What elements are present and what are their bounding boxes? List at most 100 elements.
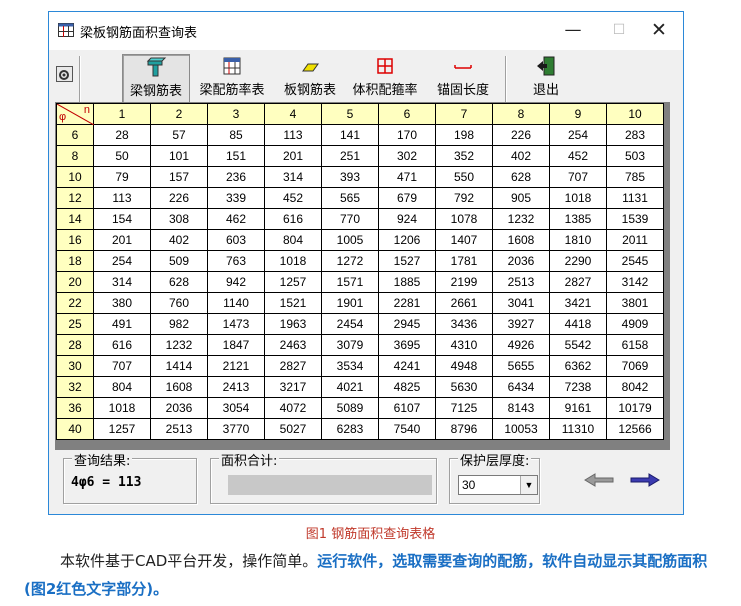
row-header-diameter[interactable]: 14 — [56, 208, 94, 230]
grid-cell[interactable]: 9161 — [549, 397, 607, 419]
grid-cell[interactable]: 57 — [150, 124, 208, 146]
grid-cell[interactable]: 5542 — [549, 334, 607, 356]
grid-cell[interactable]: 3436 — [435, 313, 493, 335]
grid-cell[interactable]: 1005 — [321, 229, 379, 251]
grid-cell[interactable]: 4948 — [435, 355, 493, 377]
column-header-n2[interactable]: 2 — [150, 103, 208, 125]
grid-cell[interactable]: 6107 — [378, 397, 436, 419]
grid-cell[interactable]: 3054 — [207, 397, 265, 419]
grid-cell[interactable]: 85 — [207, 124, 265, 146]
grid-cell[interactable]: 2827 — [264, 355, 322, 377]
grid-cell[interactable]: 3079 — [321, 334, 379, 356]
grid-cell[interactable]: 1272 — [321, 250, 379, 272]
arrow-right-icon[interactable] — [629, 472, 661, 488]
grid-cell[interactable]: 565 — [321, 187, 379, 209]
grid-cell[interactable]: 170 — [378, 124, 436, 146]
grid-cell[interactable]: 339 — [207, 187, 265, 209]
grid-cell[interactable]: 7238 — [549, 376, 607, 398]
grid-cell[interactable]: 1608 — [150, 376, 208, 398]
anchor-length-button[interactable]: 锚固长度 — [430, 54, 496, 104]
grid-cell[interactable]: 707 — [549, 166, 607, 188]
grid-cell[interactable]: 283 — [606, 124, 664, 146]
grid-cell[interactable]: 1473 — [207, 313, 265, 335]
grid-cell[interactable]: 1018 — [264, 250, 322, 272]
grid-cell[interactable]: 352 — [435, 145, 493, 167]
grid-cell[interactable]: 8143 — [492, 397, 550, 419]
grid-cell[interactable]: 942 — [207, 271, 265, 293]
grid-cell[interactable]: 1901 — [321, 292, 379, 314]
grid-cell[interactable]: 3041 — [492, 292, 550, 314]
grid-cell[interactable]: 6434 — [492, 376, 550, 398]
grid-cell[interactable]: 804 — [93, 376, 151, 398]
grid-cell[interactable]: 471 — [378, 166, 436, 188]
row-header-diameter[interactable]: 8 — [56, 145, 94, 167]
column-header-n8[interactable]: 8 — [492, 103, 550, 125]
grid-cell[interactable]: 393 — [321, 166, 379, 188]
row-header-diameter[interactable]: 30 — [56, 355, 94, 377]
grid-cell[interactable]: 1781 — [435, 250, 493, 272]
grid-cell[interactable]: 8042 — [606, 376, 664, 398]
column-header-n10[interactable]: 10 — [606, 103, 664, 125]
grid-cell[interactable]: 7069 — [606, 355, 664, 377]
grid-cell[interactable]: 603 — [207, 229, 265, 251]
grid-cell[interactable]: 763 — [207, 250, 265, 272]
grid-cell[interactable]: 452 — [264, 187, 322, 209]
grid-cell[interactable]: 509 — [150, 250, 208, 272]
grid-cell[interactable]: 1078 — [435, 208, 493, 230]
grid-cell[interactable]: 770 — [321, 208, 379, 230]
arrow-left-icon[interactable] — [583, 472, 615, 488]
grid-cell[interactable]: 3770 — [207, 418, 265, 440]
grid-cell[interactable]: 2036 — [150, 397, 208, 419]
grid-cell[interactable]: 1539 — [606, 208, 664, 230]
grid-cell[interactable]: 4241 — [378, 355, 436, 377]
grid-cell[interactable]: 2945 — [378, 313, 436, 335]
column-header-n5[interactable]: 5 — [321, 103, 379, 125]
grid-cell[interactable]: 2199 — [435, 271, 493, 293]
grid-cell[interactable]: 3695 — [378, 334, 436, 356]
grid-cell[interactable]: 792 — [435, 187, 493, 209]
grid-cell[interactable]: 2290 — [549, 250, 607, 272]
grid-cell[interactable]: 1885 — [378, 271, 436, 293]
grid-cell[interactable]: 2827 — [549, 271, 607, 293]
grid-cell[interactable]: 1257 — [264, 271, 322, 293]
grid-cell[interactable]: 2463 — [264, 334, 322, 356]
grid-cell[interactable]: 141 — [321, 124, 379, 146]
stirrup-ratio-button[interactable]: 体积配箍率 — [347, 54, 423, 104]
grid-cell[interactable]: 2281 — [378, 292, 436, 314]
row-header-diameter[interactable]: 36 — [56, 397, 94, 419]
grid-cell[interactable]: 4418 — [549, 313, 607, 335]
grid-cell[interactable]: 1571 — [321, 271, 379, 293]
grid-cell[interactable]: 236 — [207, 166, 265, 188]
grid-cell[interactable]: 785 — [606, 166, 664, 188]
grid-cell[interactable]: 503 — [606, 145, 664, 167]
grid-cell[interactable]: 462 — [207, 208, 265, 230]
grid-cell[interactable]: 5655 — [492, 355, 550, 377]
title-bar[interactable]: 梁板钢筋面积查询表 — ☐ ✕ — [49, 12, 683, 50]
grid-cell[interactable]: 1963 — [264, 313, 322, 335]
column-header-n6[interactable]: 6 — [378, 103, 436, 125]
grid-cell[interactable]: 6283 — [321, 418, 379, 440]
grid-cell[interactable]: 254 — [549, 124, 607, 146]
column-header-n4[interactable]: 4 — [264, 103, 322, 125]
grid-cell[interactable]: 251 — [321, 145, 379, 167]
column-header-n1[interactable]: 1 — [93, 103, 151, 125]
grid-cell[interactable]: 1232 — [492, 208, 550, 230]
beam-ratio-button[interactable]: 梁配筋率表 — [193, 54, 271, 104]
grid-cell[interactable]: 1608 — [492, 229, 550, 251]
grid-cell[interactable]: 1257 — [93, 418, 151, 440]
grid-cell[interactable]: 157 — [150, 166, 208, 188]
row-header-diameter[interactable]: 20 — [56, 271, 94, 293]
grid-cell[interactable]: 4310 — [435, 334, 493, 356]
grid-cell[interactable]: 201 — [93, 229, 151, 251]
grid-cell[interactable]: 905 — [492, 187, 550, 209]
close-button[interactable]: ✕ — [642, 16, 676, 44]
grid-cell[interactable]: 5027 — [264, 418, 322, 440]
grid-cell[interactable]: 4825 — [378, 376, 436, 398]
chevron-down-icon[interactable]: ▼ — [520, 476, 537, 494]
grid-cell[interactable]: 7125 — [435, 397, 493, 419]
grid-cell[interactable]: 679 — [378, 187, 436, 209]
grid-cell[interactable]: 707 — [93, 355, 151, 377]
grid-cell[interactable]: 924 — [378, 208, 436, 230]
grid-cell[interactable]: 28 — [93, 124, 151, 146]
grid-cell[interactable]: 6158 — [606, 334, 664, 356]
